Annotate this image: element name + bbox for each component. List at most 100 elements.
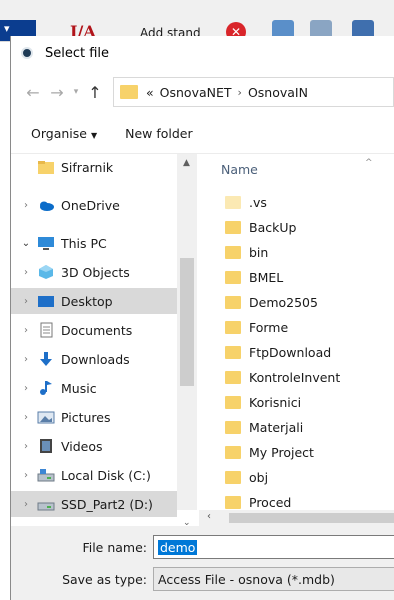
folder-name: Demo2505 bbox=[249, 295, 318, 310]
folder-row[interactable]: Forme bbox=[225, 315, 288, 340]
app-icon bbox=[21, 47, 33, 59]
navigation-pane-scrollbar[interactable]: ▲ ⌄ bbox=[177, 154, 197, 526]
nav-item-label: Videos bbox=[61, 438, 103, 454]
file-name-input[interactable]: demo bbox=[153, 535, 394, 559]
nav-item-music[interactable]: › Music bbox=[11, 375, 177, 401]
nav-item-videos[interactable]: › Videos bbox=[11, 433, 177, 459]
recent-locations-chevron-icon[interactable]: ▾ bbox=[69, 87, 83, 97]
folder-icon bbox=[120, 85, 138, 99]
drive-icon bbox=[37, 496, 55, 512]
folder-icon bbox=[225, 471, 241, 484]
save-type-label: Save as type: bbox=[62, 571, 147, 587]
folder-row[interactable]: FtpDownload bbox=[225, 340, 331, 365]
chevron-right-icon[interactable]: › bbox=[17, 470, 35, 481]
nav-item-ssd-part2-d[interactable]: › SSD_Part2 (D:) bbox=[11, 491, 177, 517]
nav-item-label: 3D Objects bbox=[61, 264, 130, 280]
folder-row[interactable]: obj bbox=[225, 465, 268, 490]
scrollbar-thumb[interactable] bbox=[180, 258, 194, 386]
downloads-icon bbox=[37, 351, 55, 367]
pictures-icon bbox=[37, 409, 55, 425]
command-bar: Organise ▼ New folder bbox=[11, 114, 394, 154]
nav-item-desktop[interactable]: › Desktop bbox=[11, 288, 177, 314]
navigation-pane: Sifrarnik › OneDrive ⌄ This PC › 3D Obje… bbox=[11, 154, 199, 526]
chevron-right-icon[interactable]: › bbox=[17, 325, 35, 336]
music-icon bbox=[37, 380, 55, 396]
organise-button[interactable]: Organise ▼ bbox=[31, 126, 97, 141]
folder-row[interactable]: bin bbox=[225, 240, 268, 265]
folder-row[interactable]: Demo2505 bbox=[225, 290, 318, 315]
nav-item-onedrive[interactable]: › OneDrive bbox=[11, 192, 177, 218]
breadcrumb-separator-icon: › bbox=[237, 85, 242, 99]
save-type-select[interactable]: Access File - osnova (*.mdb) bbox=[153, 567, 394, 591]
breadcrumb-osnovanet[interactable]: OsnovaNET bbox=[160, 85, 232, 100]
nav-item-label: OneDrive bbox=[61, 197, 120, 213]
nav-item-local-disk-c[interactable]: › Local Disk (C:) bbox=[11, 462, 177, 488]
nav-item-label: Sifrarnik bbox=[61, 159, 114, 175]
chevron-right-icon[interactable]: › bbox=[17, 267, 35, 278]
chevron-right-icon[interactable]: › bbox=[17, 499, 35, 510]
new-folder-button[interactable]: New folder bbox=[125, 126, 193, 141]
folder-name: Korisnici bbox=[249, 395, 302, 410]
chevron-right-icon[interactable]: › bbox=[17, 296, 35, 307]
folder-icon bbox=[225, 271, 241, 284]
desktop-icon bbox=[37, 293, 55, 309]
save-type-value: Access File - osnova (*.mdb) bbox=[158, 571, 335, 587]
chevron-right-icon[interactable]: › bbox=[17, 354, 35, 365]
folder-name: bin bbox=[249, 245, 269, 260]
nav-item-downloads[interactable]: › Downloads bbox=[11, 346, 177, 372]
chevron-down-icon[interactable]: ⌄ bbox=[17, 238, 35, 249]
folder-icon bbox=[225, 396, 241, 409]
scroll-down-icon[interactable]: ⌄ bbox=[183, 518, 191, 526]
up-arrow-icon[interactable]: ↑ bbox=[83, 80, 107, 104]
nav-item-label: This PC bbox=[61, 235, 107, 251]
folder-name: Forme bbox=[249, 320, 289, 335]
scroll-left-icon[interactable]: ‹ bbox=[207, 511, 211, 522]
chevron-right-icon[interactable]: › bbox=[17, 200, 35, 211]
sort-chevron-up-icon: ^ bbox=[365, 158, 373, 168]
folder-row[interactable]: Korisnici bbox=[225, 390, 301, 415]
back-arrow-icon[interactable]: ← bbox=[21, 80, 45, 104]
folder-row[interactable]: .vs bbox=[225, 190, 267, 215]
folder-name: obj bbox=[249, 470, 269, 485]
file-name-value: demo bbox=[158, 539, 198, 555]
nav-item-this-pc[interactable]: ⌄ This PC bbox=[11, 230, 177, 256]
organise-label: Organise bbox=[31, 126, 87, 141]
scroll-up-icon[interactable]: ▲ bbox=[183, 158, 190, 168]
drive-icon bbox=[37, 467, 55, 483]
folder-icon bbox=[37, 159, 55, 175]
folder-row[interactable]: My Project bbox=[225, 440, 314, 465]
nav-item-documents[interactable]: › Documents bbox=[11, 317, 177, 343]
chevron-right-icon[interactable]: › bbox=[17, 441, 35, 452]
browser-panes: Sifrarnik › OneDrive ⌄ This PC › 3D Obje… bbox=[11, 154, 394, 526]
nav-item-3d-objects[interactable]: › 3D Objects bbox=[11, 259, 177, 285]
folder-icon bbox=[225, 371, 241, 384]
address-box[interactable]: « OsnovaNET › OsnovaIN bbox=[113, 77, 394, 107]
nav-item-pictures[interactable]: › Pictures bbox=[11, 404, 177, 430]
column-header-name[interactable]: Name ^ bbox=[207, 154, 394, 184]
scrollbar-thumb[interactable] bbox=[229, 513, 394, 523]
file-list-horizontal-scrollbar[interactable]: ‹ bbox=[199, 510, 394, 526]
nav-item-label: Downloads bbox=[61, 351, 130, 367]
forward-arrow-icon[interactable]: → bbox=[45, 80, 69, 104]
folder-row[interactable]: Materjali bbox=[225, 415, 303, 440]
breadcrumb-overflow[interactable]: « bbox=[146, 85, 154, 100]
folder-row[interactable]: BMEL bbox=[225, 265, 283, 290]
breadcrumb-osnovain[interactable]: OsnovaIN bbox=[248, 85, 308, 100]
select-file-dialog: Select file ← → ▾ ↑ « OsnovaNET › Osnova… bbox=[10, 36, 394, 600]
folder-row[interactable]: KontroleInvent bbox=[225, 365, 340, 390]
videos-icon bbox=[37, 438, 55, 454]
folder-row[interactable]: BackUp bbox=[225, 215, 296, 240]
folder-name: KontroleInvent bbox=[249, 370, 341, 385]
folder-icon bbox=[225, 446, 241, 459]
folder-icon bbox=[225, 246, 241, 259]
folder-name: Proced bbox=[249, 495, 292, 510]
nav-item-sifrarnik[interactable]: Sifrarnik bbox=[11, 154, 177, 180]
chevron-right-icon[interactable]: › bbox=[17, 383, 35, 394]
chevron-down-icon: ▼ bbox=[90, 131, 98, 140]
chevron-right-icon[interactable]: › bbox=[17, 412, 35, 423]
folder-name: My Project bbox=[249, 445, 314, 460]
folder-name: BMEL bbox=[249, 270, 284, 285]
nav-item-label: SSD_Part2 (D:) bbox=[61, 496, 153, 512]
folder-icon bbox=[225, 296, 241, 309]
folder-name: FtpDownload bbox=[249, 345, 332, 360]
